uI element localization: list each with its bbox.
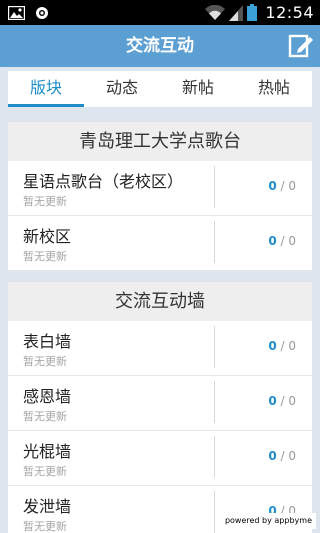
tab-activity[interactable]: 动态 (84, 71, 160, 107)
new-count: 0 (268, 339, 277, 353)
divider (214, 326, 215, 368)
board-item[interactable]: 表白墙 暂无更新 0 / 0 (8, 321, 312, 376)
section-title: 青岛理工大学点歌台 (8, 121, 312, 161)
new-count: 0 (268, 179, 277, 193)
board-name: 发泄墙 (23, 497, 72, 516)
divider (214, 166, 215, 208)
powered-by-label: powered by appbyme (220, 513, 316, 529)
compose-icon[interactable] (288, 33, 314, 59)
section-title: 交流互动墙 (8, 281, 312, 321)
board-name: 表白墙 (23, 332, 72, 351)
board-name: 新校区 (23, 227, 72, 246)
tab-boards[interactable]: 版块 (8, 71, 84, 107)
board-item[interactable]: 新校区 暂无更新 0 / 0 (8, 216, 312, 271)
post-count: 0 / 0 (268, 394, 296, 408)
camera-icon (36, 6, 48, 19)
total-count: / 0 (280, 449, 297, 463)
board-name: 星语点歌台（老校区） (23, 172, 184, 191)
board-status: 暂无更新 (23, 195, 67, 208)
tab-hot-posts[interactable]: 热帖 (236, 71, 312, 107)
board-status: 暂无更新 (23, 410, 67, 423)
board-item[interactable]: 光棍墙 暂无更新 0 / 0 (8, 431, 312, 486)
board-status: 暂无更新 (23, 465, 67, 478)
post-count: 0 / 0 (268, 449, 296, 463)
signal-icon (229, 4, 244, 21)
status-bar: 12:54 (0, 0, 320, 25)
total-count: / 0 (280, 394, 297, 408)
total-count: / 0 (280, 339, 297, 353)
header-bar: 交流互动 (0, 25, 320, 67)
board-name: 光棍墙 (23, 442, 72, 461)
clock: 12:54 (265, 3, 314, 22)
board-name: 感恩墙 (23, 387, 72, 406)
board-item[interactable]: 星语点歌台（老校区） 暂无更新 0 / 0 (8, 161, 312, 216)
page-title: 交流互动 (126, 36, 194, 56)
board-item[interactable]: 感恩墙 暂无更新 0 / 0 (8, 376, 312, 431)
board-list[interactable]: 青岛理工大学点歌台 星语点歌台（老校区） 暂无更新 0 / 0 新校区 暂无更新… (0, 111, 320, 533)
total-count: / 0 (280, 179, 297, 193)
picture-icon (8, 5, 25, 20)
tab-list: 版块 动态 新帖 热帖 (8, 71, 312, 107)
divider (214, 436, 215, 478)
post-count: 0 / 0 (268, 339, 296, 353)
board-status: 暂无更新 (23, 520, 67, 533)
tab-new-posts[interactable]: 新帖 (160, 71, 236, 107)
tab-bar: 版块 动态 新帖 热帖 (0, 67, 320, 111)
post-count: 0 / 0 (268, 234, 296, 248)
divider (214, 381, 215, 423)
new-count: 0 (268, 234, 277, 248)
section-gap (8, 271, 312, 281)
post-count: 0 / 0 (268, 179, 296, 193)
board-status: 暂无更新 (23, 355, 67, 368)
divider (214, 221, 215, 263)
battery-icon (247, 4, 258, 21)
divider (214, 491, 215, 533)
wifi-icon (205, 4, 226, 20)
new-count: 0 (268, 394, 277, 408)
board-status: 暂无更新 (23, 250, 67, 263)
total-count: / 0 (280, 234, 297, 248)
new-count: 0 (268, 449, 277, 463)
